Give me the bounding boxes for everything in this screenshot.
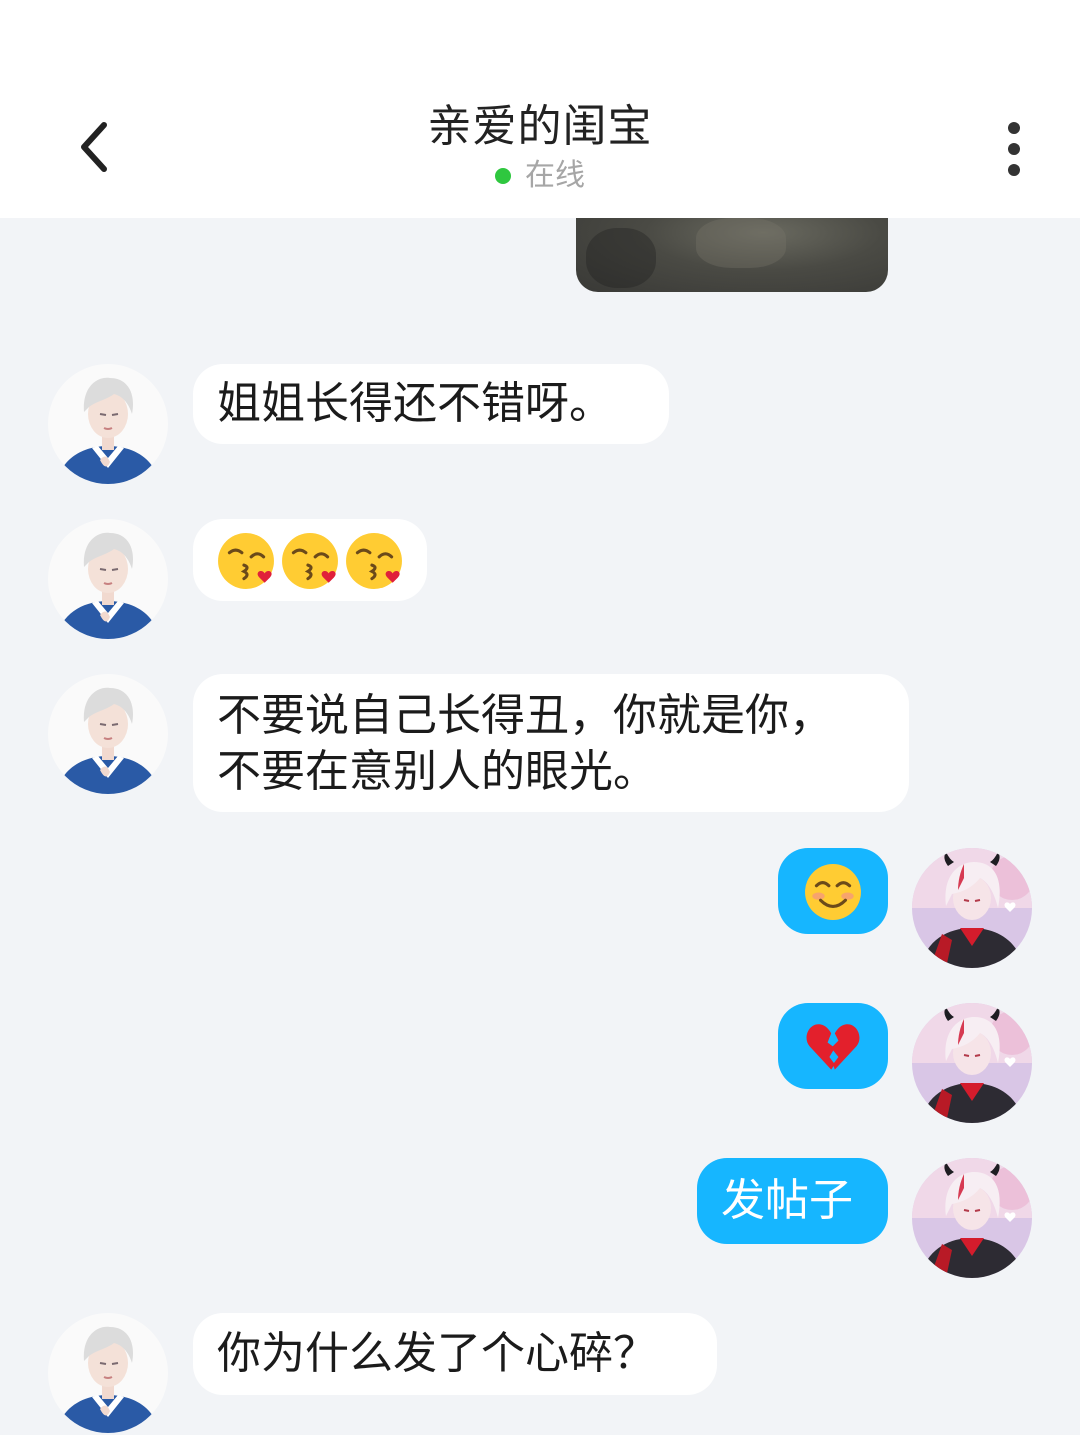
contact-avatar[interactable]: [48, 674, 168, 794]
face-blowing-kiss-icon: [345, 532, 403, 590]
my-avatar[interactable]: [912, 848, 1032, 968]
smiling-face-icon: [804, 863, 862, 921]
my-avatar[interactable]: [912, 1158, 1032, 1278]
online-status: 在线: [0, 156, 1080, 196]
chat-header: 亲爱的闺宝 在线: [0, 0, 1080, 218]
message-line: 不要在意别人的眼光。: [217, 746, 657, 797]
message-text: 你为什么发了个心碎？: [217, 1328, 657, 1379]
message-text: 发帖子: [721, 1175, 853, 1226]
my-avatar[interactable]: [912, 1003, 1032, 1123]
more-vertical-icon: [1008, 122, 1020, 134]
face-blowing-kiss-icon: [281, 532, 339, 590]
incoming-message-bubble[interactable]: 你为什么发了个心碎？: [193, 1313, 717, 1395]
outgoing-image-message[interactable]: [576, 218, 888, 292]
message-text: 姐姐长得还不错呀。: [217, 378, 613, 429]
contact-avatar[interactable]: [48, 1313, 168, 1433]
incoming-emoji-bubble[interactable]: [193, 519, 427, 601]
incoming-message-bubble[interactable]: 不要说自己长得丑，你就是你， 不要在意别人的眼光。: [193, 674, 909, 812]
contact-avatar[interactable]: [48, 519, 168, 639]
contact-avatar[interactable]: [48, 364, 168, 484]
chat-title-area: 亲爱的闺宝 在线: [0, 98, 1080, 196]
more-options-button[interactable]: [990, 118, 1038, 180]
broken-heart-icon: [806, 1024, 860, 1070]
status-label: 在线: [525, 158, 585, 193]
online-dot-icon: [495, 168, 511, 184]
incoming-message-bubble[interactable]: 姐姐长得还不错呀。: [193, 364, 669, 444]
outgoing-emoji-bubble[interactable]: [778, 1003, 888, 1089]
outgoing-emoji-bubble[interactable]: [778, 848, 888, 934]
face-blowing-kiss-icon: [217, 532, 275, 590]
outgoing-message-bubble[interactable]: 发帖子: [697, 1158, 888, 1244]
message-line: 不要说自己长得丑，你就是你，: [217, 690, 833, 741]
chat-title: 亲爱的闺宝: [427, 101, 653, 152]
